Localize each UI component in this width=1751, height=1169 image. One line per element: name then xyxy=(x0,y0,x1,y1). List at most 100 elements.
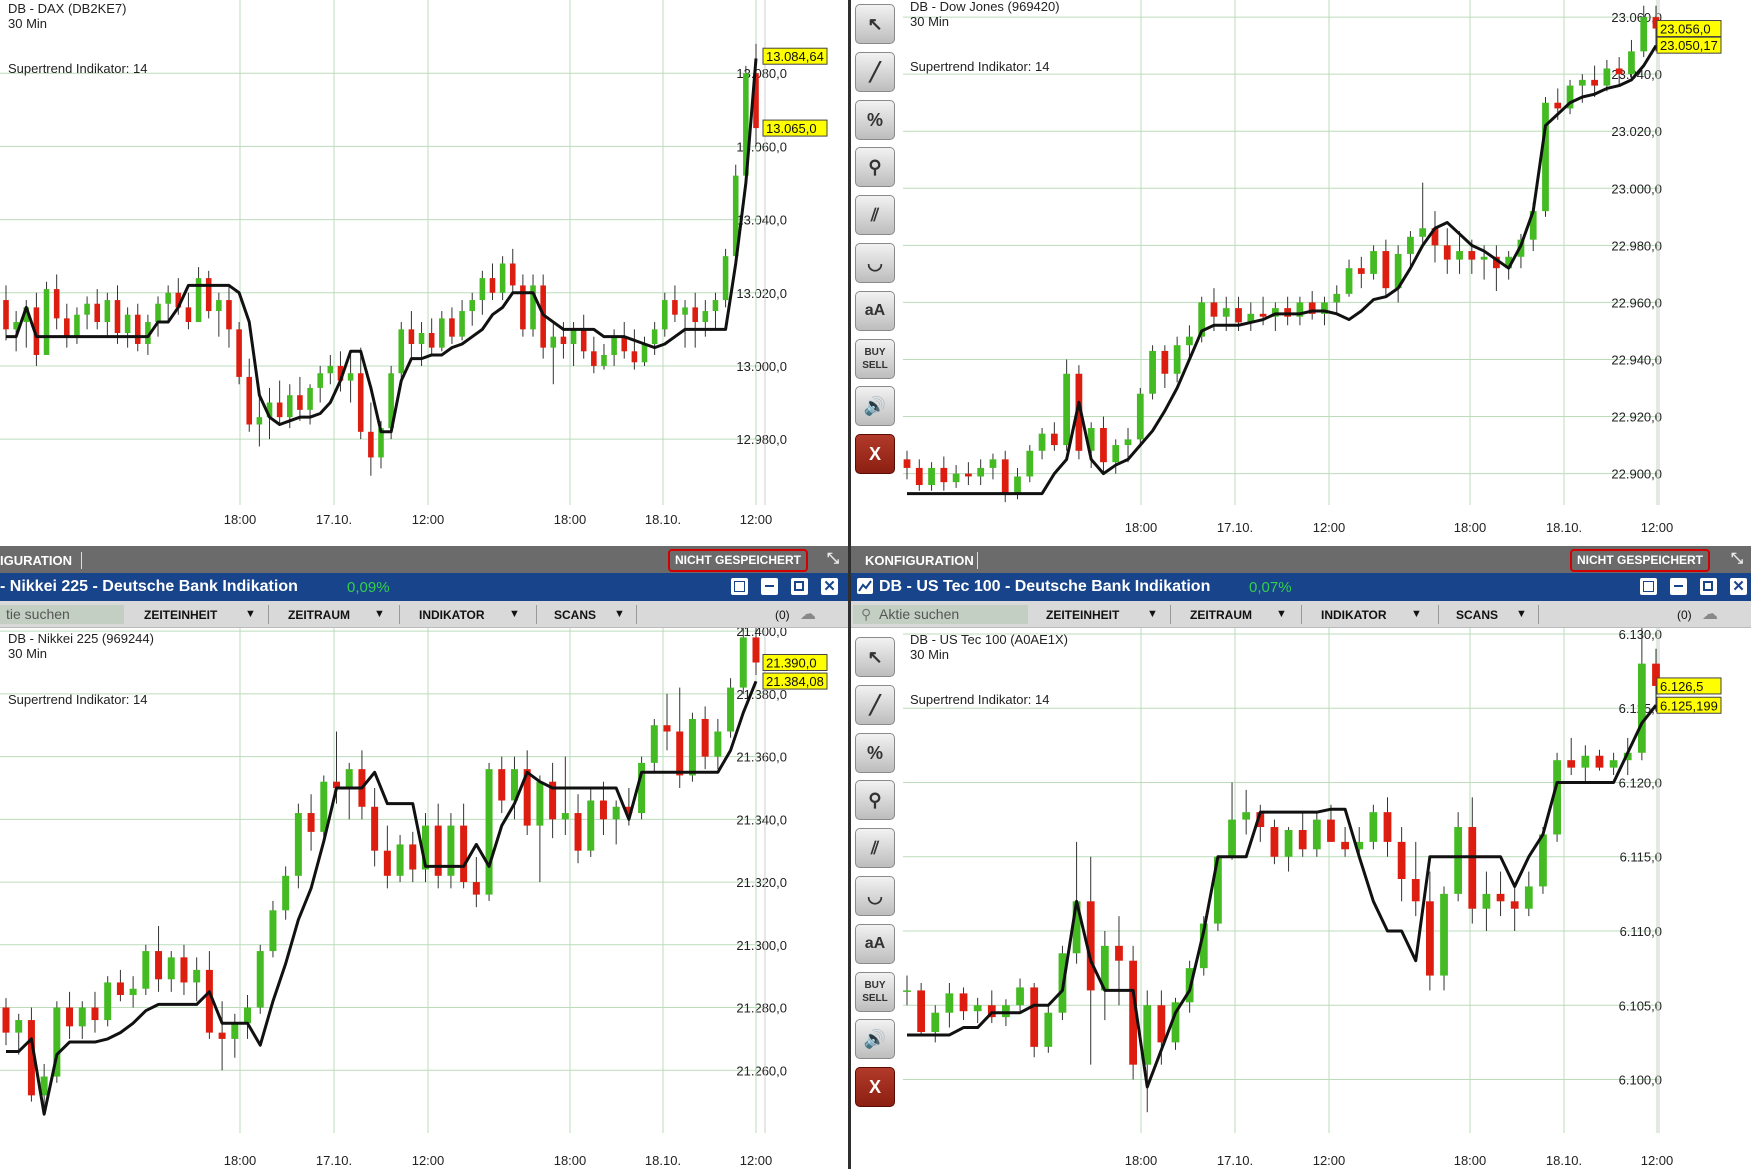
percent-line-icon[interactable]: % xyxy=(855,732,895,773)
candle-down xyxy=(1157,1005,1166,1043)
change-percent: 0,07% xyxy=(1249,579,1292,596)
indicator-label: Supertrend Indikator: 14 xyxy=(910,59,1050,74)
price-label: 6.125,199 xyxy=(1660,698,1718,713)
chart-svg-ustec[interactable]: 6.100,0 6.105,0 6.110,0 6.115,0 6.120,0 6.125… xyxy=(851,628,1751,1169)
alert-count[interactable]: (0) xyxy=(1677,608,1692,622)
parallel-lines-icon[interactable]: ⫽ xyxy=(855,195,895,236)
close-icon[interactable]: X xyxy=(855,434,895,475)
menu-timeunit[interactable]: ZEITEINHEIT xyxy=(1046,608,1119,622)
chart-svg-nikkei[interactable]: 21.260,0 21.280,0 21.300,0 21.320,0 21.340,0… xyxy=(0,628,848,1169)
resize-icon[interactable]: ⤡ xyxy=(824,550,842,568)
trendline-icon[interactable]: ╱ xyxy=(855,684,895,725)
zoom-icon[interactable]: ⚲ xyxy=(855,147,895,188)
y-tick-label: 13.040,0 xyxy=(736,213,787,228)
candle-down xyxy=(631,351,638,363)
close-icon[interactable]: X xyxy=(855,1067,895,1108)
percent-line-icon[interactable]: % xyxy=(855,99,895,140)
speaker-icon[interactable]: 🔊 xyxy=(855,386,895,427)
cloud-icon[interactable]: ☁ xyxy=(1702,604,1718,624)
window-restore-icon[interactable] xyxy=(1640,578,1657,595)
speaker-icon[interactable]: 🔊 xyxy=(855,1019,895,1060)
toolbar-nikkei: tie suchen ZEITEINHEIT ▼ ZEITRAUM ▼ INDI… xyxy=(0,601,848,628)
buy-sell-icon[interactable]: BUY SELL xyxy=(855,971,895,1012)
candle-down xyxy=(114,300,121,334)
candle-up xyxy=(702,311,709,323)
chart-symbol: DB - Nikkei 225 (969244) xyxy=(8,631,154,646)
menu-separator xyxy=(268,605,269,624)
candle-up xyxy=(1112,445,1120,463)
candle-up xyxy=(570,329,577,344)
window-close-icon[interactable]: ✕ xyxy=(821,578,838,595)
text-tool-icon[interactable]: aA xyxy=(855,923,895,964)
unsaved-status-badge[interactable]: NICHT GESPEICHERT xyxy=(1570,549,1711,572)
y-tick-label: 21.300,0 xyxy=(736,938,787,953)
buy-sell-icon[interactable]: BUY SELL xyxy=(855,338,895,379)
window-minimize-icon[interactable] xyxy=(1670,578,1687,595)
window-titlebar-ustec[interactable]: DB - US Tec 100 - Deutsche Bank Indikati… xyxy=(851,573,1751,601)
menu-indicator[interactable]: INDIKATOR xyxy=(419,608,485,622)
candle-down xyxy=(408,329,415,344)
cursor-add-icon[interactable]: ↖ xyxy=(855,4,895,44)
candle-up xyxy=(1370,251,1377,274)
arc-icon[interactable]: ◡ xyxy=(855,243,895,283)
candle-up xyxy=(977,467,985,477)
dropdown-arrow-icon[interactable]: ▼ xyxy=(1276,608,1287,620)
cloud-icon[interactable]: ☁ xyxy=(800,604,816,624)
candle-down xyxy=(226,300,232,330)
candle-down xyxy=(66,1007,74,1027)
menu-separator xyxy=(1438,605,1439,624)
arc-icon[interactable]: ◡ xyxy=(855,876,895,916)
candle-up xyxy=(104,982,112,1021)
window-minimize-icon[interactable] xyxy=(761,578,778,595)
y-tick-label: 21.320,0 xyxy=(736,875,787,890)
candle-down xyxy=(1161,350,1169,374)
zoom-icon[interactable]: ⚲ xyxy=(855,780,895,821)
window-titlebar-nikkei[interactable]: - Nikkei 225 - Deutsche Bank Indikation … xyxy=(0,573,848,601)
stock-search-input[interactable]: tie suchen xyxy=(0,605,124,624)
candle-down xyxy=(218,1032,226,1039)
candle-down xyxy=(1510,901,1519,909)
dropdown-arrow-icon[interactable]: ▼ xyxy=(374,608,385,620)
panel-divider[interactable] xyxy=(848,0,851,1169)
candle-down xyxy=(371,806,379,851)
candle-up xyxy=(485,769,493,895)
candle-down xyxy=(64,318,70,337)
stock-search-input[interactable]: Aktie suchen xyxy=(853,605,1028,624)
window-maximize-icon[interactable] xyxy=(791,578,808,595)
window-maximize-icon[interactable] xyxy=(1700,578,1717,595)
config-label[interactable]: IGURATION xyxy=(0,553,72,568)
parallel-lines-icon[interactable]: ⫽ xyxy=(855,828,895,869)
candle-down xyxy=(91,1007,99,1021)
dropdown-arrow-icon[interactable]: ▼ xyxy=(509,608,520,620)
dropdown-arrow-icon[interactable]: ▼ xyxy=(1147,608,1158,620)
chart-svg-dow[interactable]: 22.900,0 22.920,0 22.940,0 22.960,0 22.980,0… xyxy=(851,0,1751,543)
text-tool-icon[interactable]: aA xyxy=(855,290,895,331)
window-restore-icon[interactable] xyxy=(731,578,748,595)
menu-timeunit[interactable]: ZEITEINHEIT xyxy=(144,608,217,622)
candle-up xyxy=(15,1020,23,1033)
config-label[interactable]: KONFIGURATION xyxy=(865,553,974,568)
candle-up xyxy=(167,957,175,980)
candle-up xyxy=(317,373,323,388)
candle-up xyxy=(1186,336,1193,346)
resize-icon[interactable]: ⤡ xyxy=(1728,550,1746,568)
dropdown-arrow-icon[interactable]: ▼ xyxy=(245,608,256,620)
cursor-add-icon[interactable]: ↖ xyxy=(855,637,895,677)
drawing-toolbar-bottom: ↖ ╱% ⚲ ⫽ ◡ aA BUY SELL 🔊 X xyxy=(851,628,899,1128)
menu-scans[interactable]: SCANS xyxy=(554,608,596,622)
trendline-icon[interactable]: ╱ xyxy=(855,51,895,92)
dropdown-arrow-icon[interactable]: ▼ xyxy=(1516,608,1527,620)
unsaved-status-badge[interactable]: NICHT GESPEICHERT xyxy=(668,549,809,572)
x-tick-label: 18.10. xyxy=(1546,520,1582,535)
dropdown-arrow-icon[interactable]: ▼ xyxy=(1411,608,1422,620)
dropdown-arrow-icon[interactable]: ▼ xyxy=(614,608,625,620)
y-tick-label: 22.960,0 xyxy=(1611,295,1662,310)
window-close-icon[interactable]: ✕ xyxy=(1730,578,1747,595)
menu-scans[interactable]: SCANS xyxy=(1456,608,1498,622)
alert-count[interactable]: (0) xyxy=(775,608,790,622)
chart-svg-dax[interactable]: 12.980,013.000,013.020,013.040,013.060,0… xyxy=(0,0,848,543)
candle-up xyxy=(650,725,658,763)
menu-indicator[interactable]: INDIKATOR xyxy=(1321,608,1387,622)
menu-timerange[interactable]: ZEITRAUM xyxy=(288,608,350,622)
menu-timerange[interactable]: ZEITRAUM xyxy=(1190,608,1252,622)
